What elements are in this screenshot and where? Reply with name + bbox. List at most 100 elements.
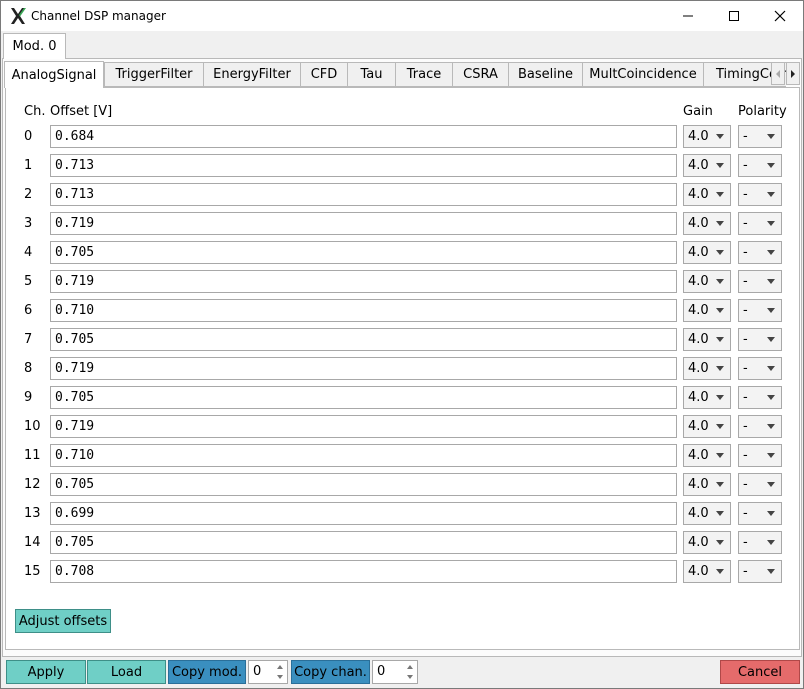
copy-chan-button[interactable]: Copy chan. xyxy=(291,660,370,684)
offset-input[interactable]: 0.705 xyxy=(50,473,677,496)
tab-module-0[interactable]: Mod. 0 xyxy=(3,33,66,59)
gain-select[interactable]: 4.0 xyxy=(683,328,731,351)
minimize-button[interactable] xyxy=(665,1,711,31)
copy-chan-spinbox[interactable]: 0 xyxy=(372,660,418,684)
offset-input[interactable]: 0.719 xyxy=(50,212,677,235)
polarity-select[interactable]: - xyxy=(738,125,782,148)
offset-input[interactable]: 0.713 xyxy=(50,154,677,177)
gain-select[interactable]: 4.0 xyxy=(683,357,731,380)
chevron-down-icon xyxy=(767,279,775,284)
chevron-down-icon xyxy=(767,337,775,342)
polarity-select[interactable]: - xyxy=(738,473,782,496)
close-button[interactable] xyxy=(757,1,803,31)
gain-value: 4.0 xyxy=(688,245,709,260)
chevron-down-icon xyxy=(716,366,724,371)
load-button[interactable]: Load xyxy=(87,660,166,684)
header-offset: Offset [V] xyxy=(50,104,113,119)
copy-mod-up-button[interactable] xyxy=(274,662,286,672)
polarity-select[interactable]: - xyxy=(738,357,782,380)
tab-scroll-right-button[interactable] xyxy=(786,62,800,85)
channel-label: 6 xyxy=(24,303,33,318)
polarity-select[interactable]: - xyxy=(738,386,782,409)
offset-input[interactable]: 0.713 xyxy=(50,183,677,206)
tab-analog-signal[interactable]: AnalogSignal xyxy=(4,61,104,88)
header-gain: Gain xyxy=(683,104,713,119)
polarity-select[interactable]: - xyxy=(738,212,782,235)
polarity-select[interactable]: - xyxy=(738,299,782,322)
gain-select[interactable]: 4.0 xyxy=(683,444,731,467)
chevron-down-icon xyxy=(767,569,775,574)
polarity-select[interactable]: - xyxy=(738,531,782,554)
gain-select[interactable]: 4.0 xyxy=(683,241,731,264)
maximize-button[interactable] xyxy=(711,1,757,31)
gain-value: 4.0 xyxy=(688,564,709,579)
gain-select[interactable]: 4.0 xyxy=(683,386,731,409)
gain-select[interactable]: 4.0 xyxy=(683,473,731,496)
chevron-down-icon xyxy=(767,134,775,139)
copy-mod-button[interactable]: Copy mod. xyxy=(168,660,246,684)
gain-value: 4.0 xyxy=(688,158,709,173)
polarity-select[interactable]: - xyxy=(738,415,782,438)
tab-energy-filter[interactable]: EnergyFilter xyxy=(203,62,301,87)
gain-value: 4.0 xyxy=(688,448,709,463)
apply-button[interactable]: Apply xyxy=(6,660,86,684)
header-channel: Ch. xyxy=(24,104,46,119)
polarity-select[interactable]: - xyxy=(738,270,782,293)
offset-input[interactable]: 0.705 xyxy=(50,328,677,351)
gain-select[interactable]: 4.0 xyxy=(683,154,731,177)
copy-mod-value: 0 xyxy=(253,664,262,679)
gain-select[interactable]: 4.0 xyxy=(683,531,731,554)
cancel-button[interactable]: Cancel xyxy=(720,660,800,684)
chevron-down-icon xyxy=(716,540,724,545)
polarity-select[interactable]: - xyxy=(738,444,782,467)
polarity-select[interactable]: - xyxy=(738,560,782,583)
window-title: Channel DSP manager xyxy=(31,9,166,23)
channel-label: 8 xyxy=(24,361,33,376)
offset-input[interactable]: 0.719 xyxy=(50,357,677,380)
polarity-value: - xyxy=(743,448,748,463)
polarity-select[interactable]: - xyxy=(738,154,782,177)
arrow-down-icon xyxy=(277,675,283,679)
gain-select[interactable]: 4.0 xyxy=(683,270,731,293)
channel-label: 2 xyxy=(24,187,33,202)
gain-select[interactable]: 4.0 xyxy=(683,212,731,235)
tab-trace[interactable]: Trace xyxy=(395,62,453,87)
offset-input[interactable]: 0.719 xyxy=(50,415,677,438)
offset-input[interactable]: 0.710 xyxy=(50,299,677,322)
gain-select[interactable]: 4.0 xyxy=(683,125,731,148)
offset-input[interactable]: 0.719 xyxy=(50,270,677,293)
tab-mult-coincidence[interactable]: MultCoincidence xyxy=(582,62,704,87)
polarity-select[interactable]: - xyxy=(738,328,782,351)
adjust-offsets-button[interactable]: Adjust offsets xyxy=(15,609,111,633)
tab-trigger-filter[interactable]: TriggerFilter xyxy=(104,62,204,87)
gain-select[interactable]: 4.0 xyxy=(683,299,731,322)
polarity-value: - xyxy=(743,187,748,202)
copy-chan-down-button[interactable] xyxy=(404,672,416,682)
copy-chan-up-button[interactable] xyxy=(404,662,416,672)
polarity-select[interactable]: - xyxy=(738,241,782,264)
chevron-down-icon xyxy=(716,163,724,168)
gain-select[interactable]: 4.0 xyxy=(683,502,731,525)
tab-scroll-left-button[interactable] xyxy=(771,62,785,85)
offset-input[interactable]: 0.699 xyxy=(50,502,677,525)
offset-input[interactable]: 0.708 xyxy=(50,560,677,583)
tab-cfd[interactable]: CFD xyxy=(300,62,348,87)
gain-select[interactable]: 4.0 xyxy=(683,560,731,583)
copy-mod-spinbox[interactable]: 0 xyxy=(248,660,288,684)
channel-label: 7 xyxy=(24,332,33,347)
tab-csra[interactable]: CSRA xyxy=(452,62,509,87)
polarity-select[interactable]: - xyxy=(738,183,782,206)
copy-mod-down-button[interactable] xyxy=(274,672,286,682)
chevron-down-icon xyxy=(767,395,775,400)
offset-input[interactable]: 0.705 xyxy=(50,386,677,409)
offset-input[interactable]: 0.705 xyxy=(50,241,677,264)
offset-input[interactable]: 0.684 xyxy=(50,125,677,148)
offset-input[interactable]: 0.710 xyxy=(50,444,677,467)
polarity-select[interactable]: - xyxy=(738,502,782,525)
tab-tau[interactable]: Tau xyxy=(347,62,396,87)
tab-baseline[interactable]: Baseline xyxy=(508,62,583,87)
gain-select[interactable]: 4.0 xyxy=(683,415,731,438)
gain-select[interactable]: 4.0 xyxy=(683,183,731,206)
gain-value: 4.0 xyxy=(688,216,709,231)
offset-input[interactable]: 0.705 xyxy=(50,531,677,554)
